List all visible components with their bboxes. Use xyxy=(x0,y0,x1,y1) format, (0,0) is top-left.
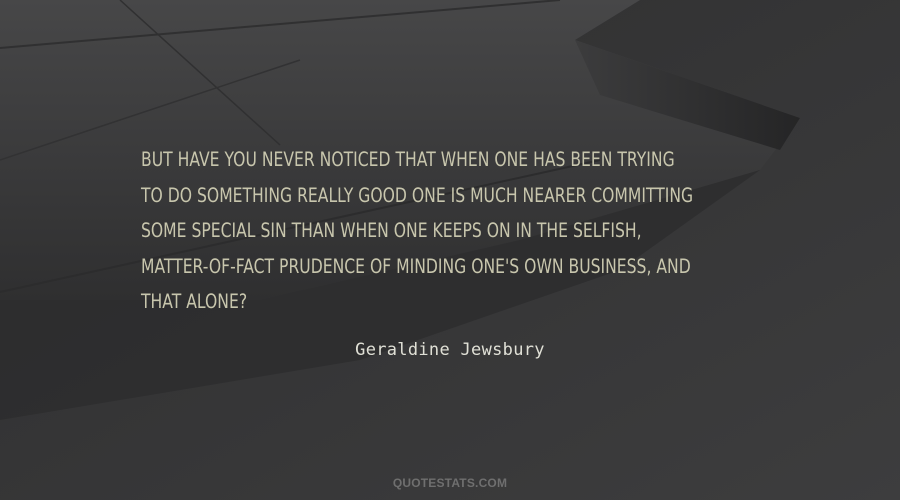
quote-line: some special sin than when one keeps on … xyxy=(141,219,642,242)
quote-line: But have you never noticed that when one… xyxy=(141,148,675,171)
quote-line: to do something really good one is much … xyxy=(141,183,694,207)
quote-author: Geraldine Jewsbury xyxy=(355,340,545,360)
quote-line: that alone? xyxy=(141,290,248,313)
site-watermark: QUOTESTATS.COM xyxy=(392,476,508,490)
quote-line: matter-of-fact prudence of minding one's… xyxy=(141,254,691,278)
quote-text: But have you never noticed that when one… xyxy=(141,142,694,320)
